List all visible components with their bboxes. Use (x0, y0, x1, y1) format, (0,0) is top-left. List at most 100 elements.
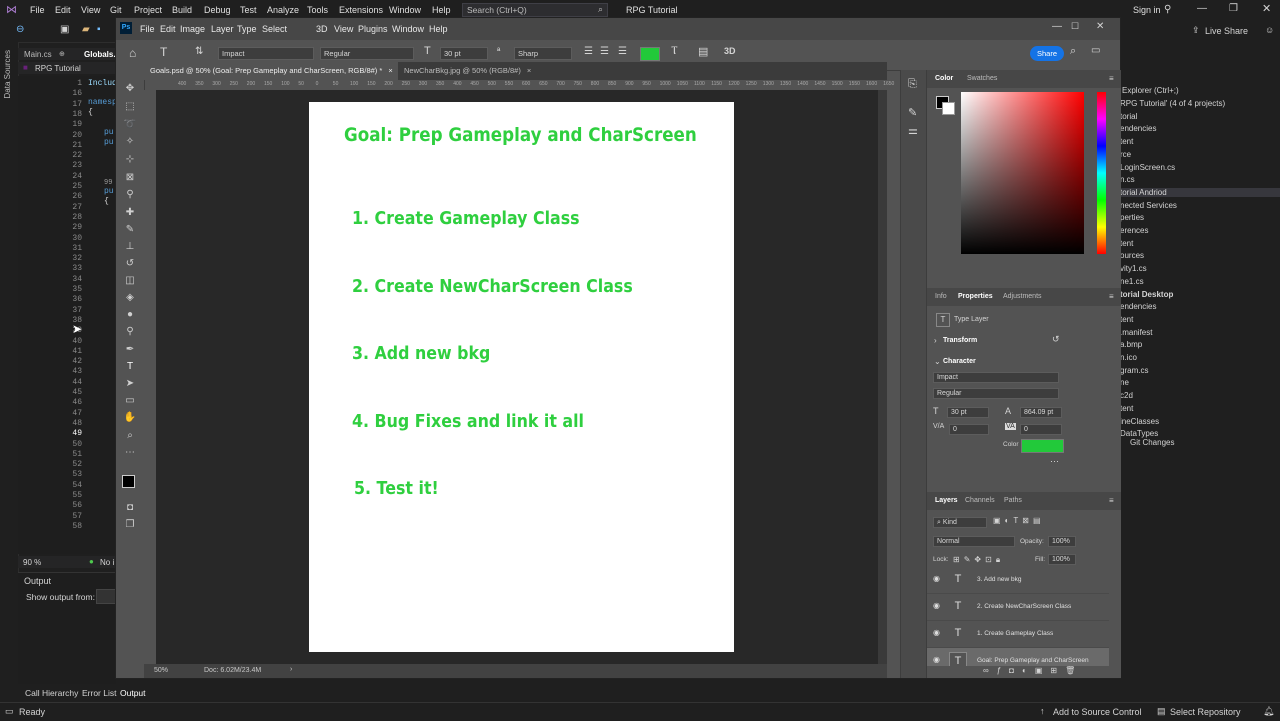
vs-menu-debug[interactable]: Debug (204, 5, 231, 15)
visibility-eye-icon[interactable]: ◉ (933, 575, 941, 583)
opacity-field[interactable]: 100% (1048, 536, 1076, 547)
tab-color[interactable]: Color (935, 75, 953, 82)
tab-swatches[interactable]: Swatches (967, 75, 997, 82)
solution-tree-item[interactable]: ineClasses (1120, 417, 1159, 426)
more-options-icon[interactable]: ⋯ (1050, 456, 1059, 467)
anti-alias-select[interactable]: Sharp (514, 47, 572, 60)
live-share-icon[interactable]: ⇪ (1192, 25, 1200, 36)
vs-menu-git[interactable]: Git (110, 5, 122, 15)
vs-menu-view[interactable]: View (81, 5, 100, 15)
live-share-button[interactable]: Live Share (1205, 26, 1248, 36)
vs-menu-extensions[interactable]: Extensions (339, 5, 383, 15)
lock-icons[interactable]: ⊞✎✥⊡🔒︎ (953, 555, 1004, 565)
doc-tab-newcharbkg[interactable]: NewCharBkg.jpg @ 50% (RGB/8#) × (398, 62, 548, 80)
move-tool-icon[interactable]: ✥ (122, 82, 138, 96)
vs-menu-tools[interactable]: Tools (307, 5, 328, 15)
lasso-tool-icon[interactable]: ➰ (122, 118, 138, 132)
document-page[interactable]: Goal: Prep Gameplay and CharScreen 1. Cr… (309, 102, 734, 652)
panel-menu-icon[interactable]: ≡ (1109, 496, 1114, 505)
share-button[interactable]: Share (1030, 46, 1064, 61)
layer-row[interactable]: ◉ T 1. Create Gameplay Class (927, 621, 1109, 648)
ps-canvas-area[interactable]: Goal: Prep Gameplay and CharScreen 1. Cr… (156, 90, 887, 664)
solution-tree-item[interactable]: .manifest (1120, 328, 1152, 337)
ps-close-icon[interactable]: ✕ (1096, 21, 1104, 32)
blur-tool-icon[interactable]: ● (122, 308, 138, 322)
transform-section[interactable]: Transform (943, 337, 977, 344)
ps-minimize-icon[interactable]: — (1052, 21, 1062, 32)
path-select-icon[interactable]: ➤ (122, 377, 138, 391)
solution-search[interactable]: Explorer (Ctrl+;) (1122, 86, 1179, 95)
ps-menu-image[interactable]: Image (180, 24, 205, 34)
crop-tool-icon[interactable]: ⊹ (122, 153, 138, 167)
ps-menu-file[interactable]: File (140, 24, 155, 34)
vs-menu-edit[interactable]: Edit (55, 5, 71, 15)
text-color-swatch[interactable] (640, 47, 660, 61)
layer-row[interactable]: ◉ T 2. Create NewCharScreen Class (927, 594, 1109, 621)
ps-menu-help[interactable]: Help (429, 24, 448, 34)
add-to-source-control[interactable]: Add to Source Control (1053, 707, 1142, 717)
kerning-field[interactable]: 0 (949, 424, 989, 435)
vs-menu-window[interactable]: Window (389, 5, 421, 15)
rectangle-tool-icon[interactable]: ▭ (122, 394, 138, 408)
pin-icon[interactable]: ⊕ (59, 50, 65, 58)
solution-tree-item[interactable]: torial Desktop (1120, 290, 1173, 299)
tab-error-list[interactable]: Error List (82, 688, 116, 698)
ps-menu-type[interactable]: Type (237, 24, 257, 34)
reset-transform-icon[interactable]: ↺ (1052, 334, 1060, 345)
character-size-field[interactable]: 30 pt (947, 407, 989, 418)
hand-tool-icon[interactable]: ✋ (122, 411, 138, 425)
transform-chevron-icon[interactable]: › (934, 336, 937, 345)
layer-row[interactable]: ◉ T 3. Add new bkg (927, 567, 1109, 594)
solution-tree-item[interactable]: vity1.cs (1120, 264, 1147, 273)
solution-tree-item[interactable]: c2d (1120, 391, 1133, 400)
vs-search-input[interactable]: Search (Ctrl+Q) ⌕ (462, 3, 608, 17)
ps-menu-layer[interactable]: Layer (211, 24, 234, 34)
magic-wand-tool-icon[interactable]: ✧ (122, 135, 138, 149)
vs-code-editor[interactable]: 1 16 17 18 19 20 21 22 23 24 25 26 27 28 29 30 31 32 33 34 3… (18, 76, 117, 554)
solution-tree-item[interactable]: a.bmp (1120, 340, 1142, 349)
character-color-swatch[interactable] (1021, 439, 1064, 453)
new-item-icon[interactable]: ▣ (60, 24, 69, 35)
solution-tree-item[interactable]: LoginScreen.cs (1120, 163, 1175, 172)
blend-mode-select[interactable]: Normal (933, 536, 1015, 547)
background-swatch[interactable] (942, 102, 955, 115)
doc-tab-goals-close-icon[interactable]: × (388, 66, 392, 75)
editor-tab-globals[interactable]: Globals.c (84, 50, 120, 59)
feedback-icon[interactable]: ⚲ (1164, 4, 1171, 15)
solution-tree-item[interactable]: ne1.cs (1120, 277, 1144, 286)
solution-tree-item[interactable]: nected Services (1120, 201, 1177, 210)
brush-settings-icon[interactable]: ✎ (908, 106, 917, 119)
solution-tree-item[interactable]: ources (1120, 251, 1144, 260)
solution-tree-item[interactable]: tent (1120, 315, 1133, 324)
tracking-field[interactable]: 0 (1020, 424, 1062, 435)
vs-menu-project[interactable]: Project (134, 5, 162, 15)
vs-file-dropdown[interactable]: ■ RPG Tutorial (18, 62, 116, 74)
close-icon[interactable]: ✕ (1262, 2, 1271, 15)
layer-filter-kind[interactable]: ⌕ Kind (933, 517, 987, 528)
canvas-scrollbar[interactable] (878, 90, 887, 664)
solution-tree-item[interactable]: n.ico (1120, 353, 1137, 362)
color-picker-field[interactable] (961, 92, 1084, 254)
tab-channels[interactable]: Channels (965, 497, 995, 504)
select-repository[interactable]: Select Repository (1170, 707, 1241, 717)
pen-tool-icon[interactable]: ✒ (122, 343, 138, 357)
solution-tree-item[interactable]: rce (1120, 150, 1131, 159)
tab-layers[interactable]: Layers (935, 497, 958, 504)
vs-menu-test[interactable]: Test (240, 5, 257, 15)
screen-mode-icon[interactable]: ❐ (122, 518, 138, 532)
character-chevron-icon[interactable]: ⌄ (934, 357, 941, 366)
warp-text-icon[interactable]: Ⲧ (671, 45, 678, 58)
output-source-select[interactable] (96, 589, 118, 604)
back-icon[interactable]: ⊖ (16, 24, 24, 35)
home-icon[interactable]: ⌂ (129, 46, 136, 60)
ps-menu-window[interactable]: Window (392, 24, 424, 34)
ps-menu-3d[interactable]: 3D (316, 24, 328, 34)
leading-field[interactable]: 864.09 pt (1020, 407, 1062, 418)
data-sources-tab[interactable]: Data Sources (3, 50, 12, 98)
open-icon[interactable]: ▰ (82, 24, 90, 35)
character-style-select[interactable]: Regular (933, 388, 1059, 399)
eyedropper-tool-icon[interactable]: ⚲ (122, 188, 138, 202)
solution-tree-item[interactable]: tent (1120, 404, 1133, 413)
panel-menu-icon[interactable]: ≡ (1109, 292, 1114, 301)
tab-call-hierarchy[interactable]: Call Hierarchy (25, 688, 78, 698)
